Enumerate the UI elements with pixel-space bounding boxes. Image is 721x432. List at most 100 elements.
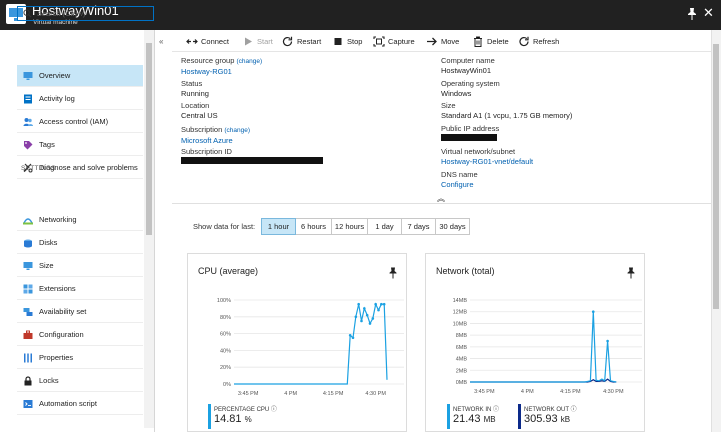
status-label: Status	[181, 79, 203, 88]
sidebar-item-disks[interactable]: Disks	[17, 232, 143, 254]
sidebar-scrollbar-thumb[interactable]	[146, 43, 152, 235]
sidebar-item-properties[interactable]: Properties	[17, 347, 143, 369]
monitor-icon	[23, 72, 33, 80]
location-field: Location Central US	[181, 101, 218, 121]
search-box[interactable]: Search (Ctrl+/)	[17, 6, 154, 21]
sidebar-item-label: Availability set	[39, 307, 87, 316]
y-tick-label: 8MB	[456, 333, 468, 339]
sidebar-item-label: Overview	[39, 71, 71, 80]
search-input[interactable]: Search (Ctrl+/)	[37, 9, 86, 18]
subscription-field: Subscription (change) Microsoft Azure	[181, 125, 250, 146]
range-6-hours-button[interactable]: 6 hours	[295, 218, 332, 235]
sidebar-item-automation-script[interactable]: Automation script	[17, 393, 143, 415]
sidebar-item-configuration[interactable]: Configuration	[17, 324, 143, 346]
connect-icon	[186, 39, 198, 44]
collapse-sidebar-icon[interactable]: «	[159, 37, 163, 46]
info-icon: ⓘ	[270, 407, 277, 413]
os-label: Operating system	[441, 79, 500, 88]
dns-label: DNS name	[441, 170, 478, 179]
x-tick-label: 3:45 PM	[238, 391, 259, 397]
status-value: Running	[181, 89, 209, 98]
vnet-link[interactable]: Hostway-RG01-vnet/default	[441, 157, 533, 167]
section-divider	[172, 203, 712, 204]
y-tick-label: 80%	[220, 315, 231, 321]
legend-unit: MB	[483, 415, 496, 424]
change-resource-group-link[interactable]: (change)	[236, 58, 262, 65]
sidebar-item-activity-log[interactable]: Activity log	[17, 88, 143, 110]
sidebar-item-size[interactable]: Size	[17, 255, 143, 277]
public-ip-label: Public IP address	[441, 124, 500, 133]
vnet-label: Virtual network/subnet	[441, 147, 516, 156]
range-7-days-button[interactable]: 7 days	[401, 218, 436, 235]
pin-icon[interactable]	[686, 7, 698, 21]
legend-unit: kB	[560, 415, 571, 424]
y-tick-label: 12MB	[453, 310, 468, 316]
resource-group-link[interactable]: Hostway-RG01	[181, 67, 262, 77]
sidebar-item-extensions[interactable]: Extensions	[17, 278, 143, 300]
sidebar-item-label: Extensions	[39, 284, 76, 293]
y-tick-label: 14MB	[453, 298, 468, 304]
arrow-right-icon	[427, 37, 437, 46]
refresh-icon	[519, 36, 529, 47]
legend-value: 14.81	[214, 413, 242, 425]
data-point	[360, 319, 363, 323]
lock-icon	[24, 376, 32, 386]
range-1-day-button[interactable]: 1 day	[367, 218, 402, 235]
range-1-hour-button[interactable]: 1 hour	[261, 218, 296, 235]
change-subscription-link[interactable]: (change)	[224, 127, 250, 134]
info-icon: ⓘ	[570, 407, 577, 413]
subscription-id-field: Subscription ID	[181, 147, 323, 167]
sidebar-item-locks[interactable]: Locks	[17, 370, 143, 392]
cpu-line-chart: 0% 20% 40% 60% 80% 100% 3:45 PM 4 PM 4:15 PM 4:30…	[217, 298, 404, 397]
network-icon	[23, 218, 33, 225]
y-tick-label: 4MB	[456, 357, 468, 363]
x-tick-label: 4:30 PM	[365, 391, 386, 397]
main-scrollbar-thumb[interactable]	[713, 44, 719, 309]
sidebar-item-access-control[interactable]: Access control (IAM)	[17, 111, 143, 133]
briefcase-icon	[23, 330, 33, 339]
trash-icon	[474, 36, 482, 47]
dns-configure-link[interactable]: Configure	[441, 180, 478, 190]
size-label: Size	[441, 101, 456, 110]
y-tick-label: 0%	[223, 382, 231, 388]
data-point	[351, 336, 355, 340]
time-range-label: Show data for last:	[193, 222, 256, 231]
y-tick-label: 60%	[220, 332, 231, 338]
computer-name-value: HostwayWin01	[441, 66, 492, 75]
sidebar-item-networking[interactable]: Networking	[17, 209, 143, 231]
os-value: Windows	[441, 89, 472, 98]
resource-group-label: Resource group	[181, 56, 235, 65]
cpu-chart-card[interactable]: CPU (average) 0% 20% 40% 60% 80% 100% 3:45 PM 4…	[187, 253, 407, 432]
settings-section-header: SETTINGS	[21, 165, 56, 172]
data-point	[371, 317, 375, 320]
sidebar-item-label: Tags	[39, 140, 55, 149]
range-12-hours-button[interactable]: 12 hours	[331, 218, 368, 235]
computer-name-label: Computer name	[441, 56, 495, 65]
sidebar-item-label: Automation script	[39, 399, 97, 408]
y-tick-label: 100%	[217, 298, 231, 304]
sidebar-item-tags[interactable]: Tags	[17, 134, 143, 156]
sidebar-item-overview[interactable]: Overview	[17, 65, 143, 87]
legend-color-swatch	[518, 404, 521, 429]
time-range-selector: 1 hour 6 hours 12 hours 1 day 7 days 30 …	[261, 218, 470, 235]
y-tick-label: 0MB	[456, 380, 468, 386]
monitor-icon	[23, 262, 33, 270]
data-point	[374, 302, 377, 306]
range-30-days-button[interactable]: 30 days	[435, 218, 470, 235]
properties-icon	[24, 353, 32, 363]
restart-icon	[282, 36, 293, 47]
script-icon	[23, 400, 33, 408]
data-point	[363, 307, 366, 310]
close-icon[interactable]: ✕	[703, 5, 714, 21]
subscription-id-redacted	[181, 157, 323, 164]
public-ip-field: Public IP address	[441, 124, 499, 144]
x-tick-label: 4:15 PM	[560, 389, 581, 395]
network-chart-card[interactable]: Network (total) 0MB 2MB 4MB 6MB 8MB 10MB 12MB 1…	[425, 253, 645, 432]
legend-color-swatch	[447, 404, 450, 429]
subscription-link[interactable]: Microsoft Azure	[181, 136, 250, 146]
sidebar-item-availability-set[interactable]: Availability set	[17, 301, 143, 323]
dns-field: DNS name Configure	[441, 170, 478, 190]
data-point	[380, 302, 383, 306]
series-line	[234, 302, 388, 385]
legend-value: 305.93	[524, 413, 558, 425]
